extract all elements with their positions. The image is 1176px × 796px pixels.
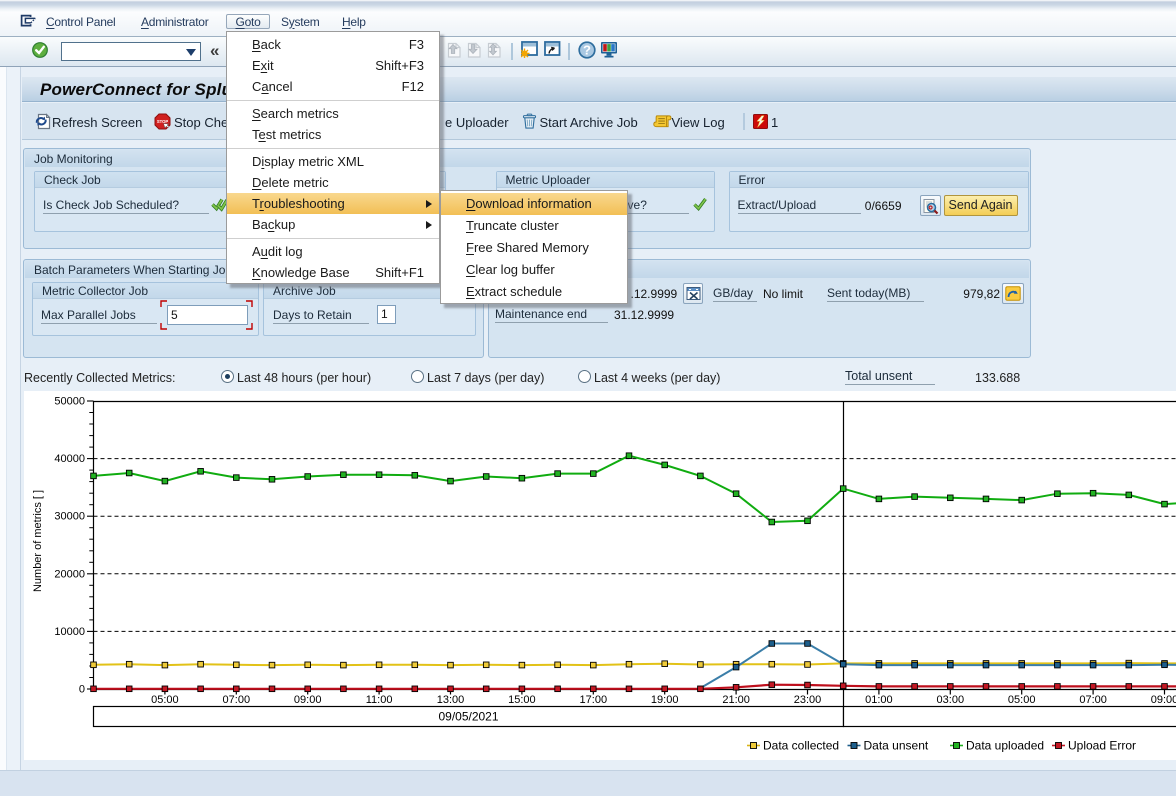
svg-text:Number of metrics [ ]: Number of metrics [ ] — [32, 490, 44, 592]
svg-text:0: 0 — [79, 684, 85, 696]
svg-text:09:00: 09:00 — [1151, 694, 1176, 706]
svg-text:03:00: 03:00 — [937, 694, 965, 706]
svg-text:07:00: 07:00 — [223, 694, 251, 706]
svg-text:07:00: 07:00 — [1079, 694, 1107, 706]
svg-text:19:00: 19:00 — [651, 694, 679, 706]
svg-text:50000: 50000 — [54, 396, 85, 408]
svg-text:Upload Error: Upload Error — [1068, 739, 1136, 753]
svg-text:01:00: 01:00 — [865, 694, 893, 706]
svg-text:11:00: 11:00 — [366, 694, 393, 706]
svg-text:13:00: 13:00 — [437, 694, 465, 706]
svg-text:30000: 30000 — [54, 511, 85, 523]
svg-text:?: ? — [583, 43, 591, 58]
svg-text:05:00: 05:00 — [1008, 694, 1036, 706]
svg-text:15:00: 15:00 — [508, 694, 536, 706]
svg-text:40000: 40000 — [54, 453, 85, 465]
svg-text:Data collected: Data collected — [763, 739, 839, 753]
svg-text:Data unsent: Data unsent — [864, 739, 929, 753]
svg-text:STOP: STOP — [157, 119, 169, 124]
svg-text:05:00: 05:00 — [151, 694, 179, 706]
svg-text:23:00: 23:00 — [794, 694, 822, 706]
svg-text:09/05/2021: 09/05/2021 — [438, 710, 498, 724]
svg-text:21:00: 21:00 — [722, 694, 750, 706]
svg-text:17:00: 17:00 — [580, 694, 608, 706]
svg-text:20000: 20000 — [54, 568, 85, 580]
svg-text:09:00: 09:00 — [294, 694, 322, 706]
svg-text:10000: 10000 — [54, 626, 85, 638]
svg-text:Data uploaded: Data uploaded — [966, 739, 1044, 753]
